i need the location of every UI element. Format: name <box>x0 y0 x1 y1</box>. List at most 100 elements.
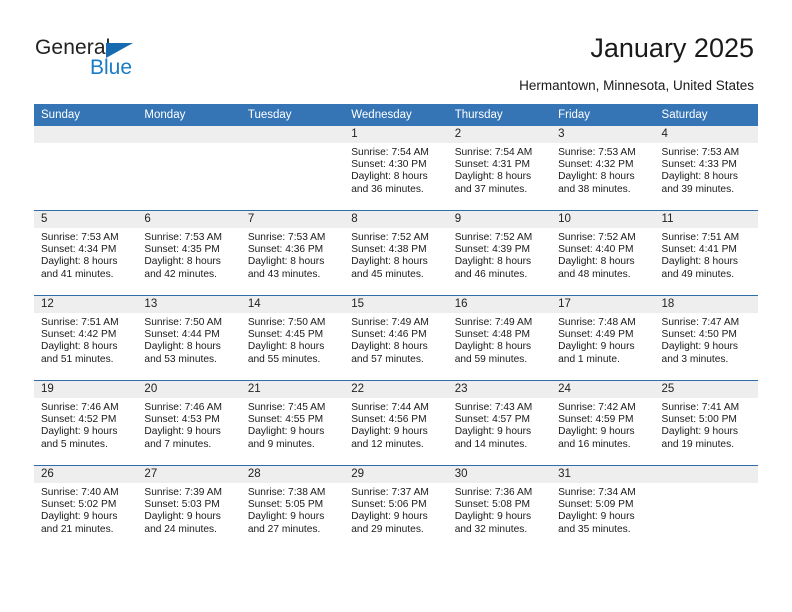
sunset-text: Sunset: 4:52 PM <box>41 414 117 426</box>
page-title: January 2025 <box>590 33 754 63</box>
day-cell-inner: 19 Sunrise: 7:46 AM Sunset: 4:52 PM Dayligh… <box>34 381 138 465</box>
day-number: 12 <box>34 296 138 313</box>
day-details: Sunrise: 7:53 AM Sunset: 4:34 PM Daylight:… <box>34 228 137 281</box>
sunrise-text: Sunrise: 7:54 AM <box>454 147 533 158</box>
sunset-text: Sunset: 4:34 PM <box>41 244 117 256</box>
daylight-text-line2: and 37 minutes. <box>454 183 528 195</box>
day-details: Sunrise: 7:47 AM Sunset: 4:50 PM Daylight:… <box>655 313 758 366</box>
daylight-text-line2: and 36 minutes. <box>351 183 424 195</box>
day-cell-inner: 14 Sunrise: 7:50 AM Sunset: 4:45 PM Dayligh… <box>240 296 345 380</box>
calendar-day-cell[interactable]: 5 Sunrise: 7:53 AM Sunset: 4:34 PM Daylight… <box>34 210 138 296</box>
calendar-day-cell[interactable]: 24 Sunrise: 7:42 AM Sunset: 4:59 PM Dayligh… <box>551 380 655 466</box>
day-number-band-empty <box>654 466 758 483</box>
sunset-text: Sunset: 5:00 PM <box>661 414 737 426</box>
day-cell-inner: 4 Sunrise: 7:53 AM Sunset: 4:33 PM Daylight… <box>654 126 758 210</box>
day-details: Sunrise: 7:38 AM Sunset: 5:05 PM Daylight:… <box>241 483 344 536</box>
calendar-day-cell[interactable]: 10 Sunrise: 7:52 AM Sunset: 4:40 PM Dayligh… <box>551 210 655 296</box>
day-cell-inner: 18 Sunrise: 7:47 AM Sunset: 4:50 PM Dayligh… <box>654 296 758 380</box>
day-cell-inner: 20 Sunrise: 7:46 AM Sunset: 4:53 PM Dayligh… <box>137 381 241 465</box>
calendar-day-cell[interactable]: 9 Sunrise: 7:52 AM Sunset: 4:39 PM Daylight… <box>447 210 552 296</box>
calendar-day-cell[interactable]: 21 Sunrise: 7:45 AM Sunset: 4:55 PM Dayligh… <box>240 380 345 466</box>
daylight-text-line1: Daylight: 9 hours <box>558 341 635 353</box>
calendar-day-cell[interactable]: 6 Sunrise: 7:53 AM Sunset: 4:35 PM Daylight… <box>137 210 241 296</box>
daylight-text-line1: Daylight: 8 hours <box>351 341 428 353</box>
daylight-text-line2: and 1 minute. <box>558 353 620 365</box>
day-cell-inner: 6 Sunrise: 7:53 AM Sunset: 4:35 PM Daylight… <box>137 211 241 295</box>
sunrise-text: Sunrise: 7:42 AM <box>558 402 636 413</box>
sunset-text: Sunset: 4:31 PM <box>454 159 531 171</box>
day-details: Sunrise: 7:50 AM Sunset: 4:45 PM Daylight:… <box>241 313 344 366</box>
day-details: Sunrise: 7:51 AM Sunset: 4:41 PM Daylight:… <box>655 228 758 281</box>
day-number: 29 <box>344 466 448 483</box>
calendar-day-cell[interactable]: 26 Sunrise: 7:40 AM Sunset: 5:02 PM Dayligh… <box>34 465 138 550</box>
day-cell-inner: 31 Sunrise: 7:34 AM Sunset: 5:09 PM Dayligh… <box>551 466 655 550</box>
calendar-day-cell[interactable]: 27 Sunrise: 7:39 AM Sunset: 5:03 PM Dayligh… <box>137 465 241 550</box>
daylight-text-line1: Daylight: 8 hours <box>247 341 325 353</box>
sunset-text: Sunset: 4:33 PM <box>661 159 737 171</box>
sunrise-text: Sunrise: 7:34 AM <box>558 487 636 498</box>
calendar-day-cell[interactable]: 31 Sunrise: 7:34 AM Sunset: 5:09 PM Dayligh… <box>551 465 655 550</box>
daylight-text-line1: Daylight: 8 hours <box>41 341 118 353</box>
calendar-week-row: 26 Sunrise: 7:40 AM Sunset: 5:02 PM Dayligh… <box>34 465 758 550</box>
calendar-day-cell[interactable]: 17 Sunrise: 7:48 AM Sunset: 4:49 PM Dayligh… <box>551 295 655 381</box>
weekday-header-tuesday: Tuesday <box>240 104 345 126</box>
day-cell-inner: 27 Sunrise: 7:39 AM Sunset: 5:03 PM Dayligh… <box>137 466 241 550</box>
sunset-text: Sunset: 4:45 PM <box>247 329 324 341</box>
day-details: Sunrise: 7:41 AM Sunset: 5:00 PM Daylight:… <box>655 398 758 451</box>
day-details: Sunrise: 7:51 AM Sunset: 4:42 PM Daylight:… <box>34 313 137 366</box>
sunrise-text: Sunrise: 7:50 AM <box>247 317 326 328</box>
calendar-day-cell[interactable]: 3 Sunrise: 7:53 AM Sunset: 4:32 PM Daylight… <box>551 126 655 211</box>
calendar-day-cell[interactable]: 4 Sunrise: 7:53 AM Sunset: 4:33 PM Daylight… <box>654 126 758 211</box>
calendar-day-cell[interactable]: 28 Sunrise: 7:38 AM Sunset: 5:05 PM Dayligh… <box>240 465 345 550</box>
calendar-day-cell[interactable]: 23 Sunrise: 7:43 AM Sunset: 4:57 PM Dayligh… <box>447 380 552 466</box>
calendar-day-cell[interactable]: 19 Sunrise: 7:46 AM Sunset: 4:52 PM Dayligh… <box>34 380 138 466</box>
calendar-day-cell[interactable]: 16 Sunrise: 7:49 AM Sunset: 4:48 PM Dayligh… <box>447 295 552 381</box>
day-number: 28 <box>240 466 345 483</box>
daylight-text-line2: and 16 minutes. <box>558 438 631 450</box>
day-number-band-empty <box>240 126 345 143</box>
daylight-text-line1: Daylight: 9 hours <box>661 426 738 438</box>
sunrise-text: Sunrise: 7:49 AM <box>351 317 429 328</box>
day-number: 2 <box>447 126 552 143</box>
day-number-band-empty <box>137 126 241 143</box>
day-cell-inner: 23 Sunrise: 7:43 AM Sunset: 4:57 PM Dayligh… <box>447 381 552 465</box>
sunrise-text: Sunrise: 7:44 AM <box>351 402 429 413</box>
daylight-text-line2: and 24 minutes. <box>144 523 217 535</box>
calendar-day-cell[interactable]: 25 Sunrise: 7:41 AM Sunset: 5:00 PM Dayligh… <box>654 380 758 466</box>
calendar-day-cell[interactable]: 29 Sunrise: 7:37 AM Sunset: 5:06 PM Dayligh… <box>344 465 448 550</box>
daylight-text-line2: and 49 minutes. <box>661 268 735 280</box>
calendar-day-cell[interactable]: 13 Sunrise: 7:50 AM Sunset: 4:44 PM Dayligh… <box>137 295 241 381</box>
calendar-day-cell[interactable]: 12 Sunrise: 7:51 AM Sunset: 4:42 PM Dayligh… <box>34 295 138 381</box>
day-cell-inner: 21 Sunrise: 7:45 AM Sunset: 4:55 PM Dayligh… <box>240 381 345 465</box>
calendar-day-cell[interactable]: 2 Sunrise: 7:54 AM Sunset: 4:31 PM Daylight… <box>447 126 552 211</box>
daylight-text-line1: Daylight: 9 hours <box>454 426 532 438</box>
day-number: 27 <box>137 466 241 483</box>
calendar-week-row: 12 Sunrise: 7:51 AM Sunset: 4:42 PM Dayligh… <box>34 295 758 381</box>
daylight-text-line2: and 46 minutes. <box>454 268 528 280</box>
calendar-day-cell[interactable]: 8 Sunrise: 7:52 AM Sunset: 4:38 PM Daylight… <box>344 210 448 296</box>
sunrise-text: Sunrise: 7:43 AM <box>454 402 533 413</box>
daylight-text-line2: and 21 minutes. <box>41 523 114 535</box>
daylight-text-line1: Daylight: 8 hours <box>661 256 738 268</box>
day-details: Sunrise: 7:50 AM Sunset: 4:44 PM Daylight:… <box>137 313 240 366</box>
day-number: 21 <box>240 381 345 398</box>
calendar-day-cell[interactable]: 7 Sunrise: 7:53 AM Sunset: 4:36 PM Daylight… <box>240 210 345 296</box>
calendar-day-cell[interactable]: 30 Sunrise: 7:36 AM Sunset: 5:08 PM Dayligh… <box>447 465 552 550</box>
daylight-text-line1: Daylight: 9 hours <box>351 426 428 438</box>
calendar-day-cell[interactable]: 20 Sunrise: 7:46 AM Sunset: 4:53 PM Dayligh… <box>137 380 241 466</box>
day-details: Sunrise: 7:53 AM Sunset: 4:33 PM Daylight:… <box>655 143 758 196</box>
sunrise-text: Sunrise: 7:46 AM <box>144 402 223 413</box>
calendar-day-cell[interactable]: 11 Sunrise: 7:51 AM Sunset: 4:41 PM Dayligh… <box>654 210 758 296</box>
calendar-day-cell[interactable]: 15 Sunrise: 7:49 AM Sunset: 4:46 PM Dayligh… <box>344 295 448 381</box>
sunrise-text: Sunrise: 7:53 AM <box>558 147 636 158</box>
day-details: Sunrise: 7:49 AM Sunset: 4:48 PM Daylight:… <box>448 313 551 366</box>
calendar-day-cell[interactable]: 1 Sunrise: 7:54 AM Sunset: 4:30 PM Daylight… <box>344 126 448 211</box>
sunrise-text: Sunrise: 7:49 AM <box>454 317 533 328</box>
calendar-day-cell[interactable]: 18 Sunrise: 7:47 AM Sunset: 4:50 PM Dayligh… <box>654 295 758 381</box>
sunset-text: Sunset: 4:32 PM <box>558 159 634 171</box>
calendar-page: General Blue January 2025 Hermantown, Mi… <box>0 0 792 612</box>
calendar-day-cell[interactable]: 22 Sunrise: 7:44 AM Sunset: 4:56 PM Dayligh… <box>344 380 448 466</box>
sunrise-text: Sunrise: 7:52 AM <box>454 232 533 243</box>
calendar-day-cell[interactable]: 14 Sunrise: 7:50 AM Sunset: 4:45 PM Dayligh… <box>240 295 345 381</box>
calendar-day-cell-empty <box>654 465 758 550</box>
